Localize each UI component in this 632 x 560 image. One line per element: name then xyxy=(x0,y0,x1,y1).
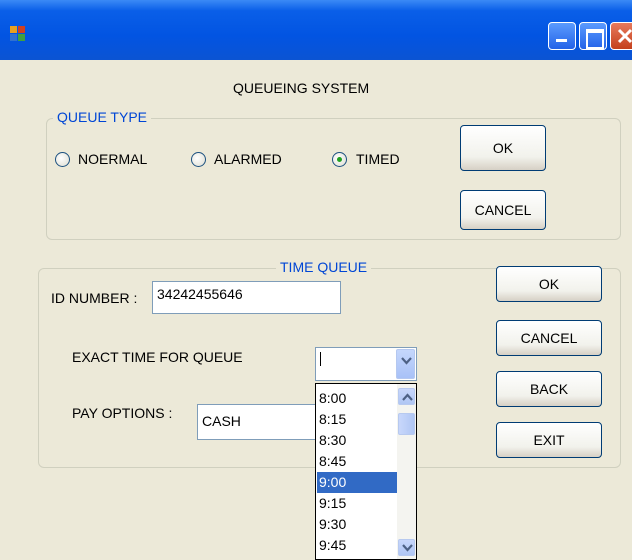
pay-options-label: PAY OPTIONS : xyxy=(72,405,173,421)
time-queue-exit-button[interactable]: EXIT xyxy=(496,422,602,458)
queue-type-legend: QUEUE TYPE xyxy=(53,109,151,125)
close-button[interactable] xyxy=(610,22,632,50)
id-number-field[interactable]: 34242455646 xyxy=(152,281,341,314)
radio-timed[interactable] xyxy=(332,152,347,167)
exact-time-dropdown-button[interactable] xyxy=(396,349,415,379)
id-number-label: ID NUMBER : xyxy=(51,290,138,306)
time-option[interactable]: 9:30 xyxy=(317,514,397,535)
queue-type-cancel-button[interactable]: CANCEL xyxy=(460,190,546,230)
radio-normal-label[interactable]: NOERMAL xyxy=(78,151,147,167)
time-option[interactable]: 8:30 xyxy=(317,430,397,451)
close-icon xyxy=(617,28,632,44)
chevron-down-icon xyxy=(402,544,413,552)
time-queue-ok-button[interactable]: OK xyxy=(496,266,602,302)
radio-timed-label[interactable]: TIMED xyxy=(356,151,400,167)
time-option[interactable]: 9:15 xyxy=(317,493,397,514)
exact-time-combobox[interactable] xyxy=(315,347,417,381)
radio-alarmed-label[interactable]: ALARMED xyxy=(214,151,282,167)
text-caret xyxy=(320,352,321,366)
time-dropdown-list[interactable]: 8:00 8:15 8:30 8:45 9:00 9:15 9:30 9:45 xyxy=(315,383,417,560)
time-option[interactable]: 8:45 xyxy=(317,451,397,472)
minimize-button[interactable] xyxy=(548,22,576,50)
title-bar[interactable] xyxy=(0,0,632,60)
maximize-button[interactable] xyxy=(579,22,607,50)
time-option[interactable]: 9:45 xyxy=(317,535,397,556)
scroll-up-button[interactable] xyxy=(398,388,415,405)
radio-alarmed[interactable] xyxy=(191,152,206,167)
queueing-window: QUEUEING SYSTEM QUEUE TYPE NOERMAL ALARM… xyxy=(0,0,632,560)
time-option[interactable]: 8:00 xyxy=(317,388,397,409)
dropdown-scrollbar[interactable] xyxy=(397,384,416,559)
time-option[interactable]: 8:15 xyxy=(317,409,397,430)
exact-time-label: EXACT TIME FOR QUEUE xyxy=(72,349,243,365)
time-queue-legend: TIME QUEUE xyxy=(276,259,372,275)
window-heading: QUEUEING SYSTEM xyxy=(233,80,370,96)
time-queue-back-button[interactable]: BACK xyxy=(496,371,602,407)
chevron-up-icon xyxy=(402,393,413,401)
time-queue-cancel-button[interactable]: CANCEL xyxy=(496,320,602,356)
time-option-selected[interactable]: 9:00 xyxy=(317,472,397,493)
scroll-thumb[interactable] xyxy=(398,413,415,435)
scroll-down-button[interactable] xyxy=(398,539,415,556)
queue-type-ok-button[interactable]: OK xyxy=(460,125,546,171)
pay-options-field[interactable]: CASH xyxy=(197,404,317,440)
app-icon xyxy=(10,26,26,42)
chevron-down-icon xyxy=(401,357,412,365)
radio-normal[interactable] xyxy=(55,152,70,167)
